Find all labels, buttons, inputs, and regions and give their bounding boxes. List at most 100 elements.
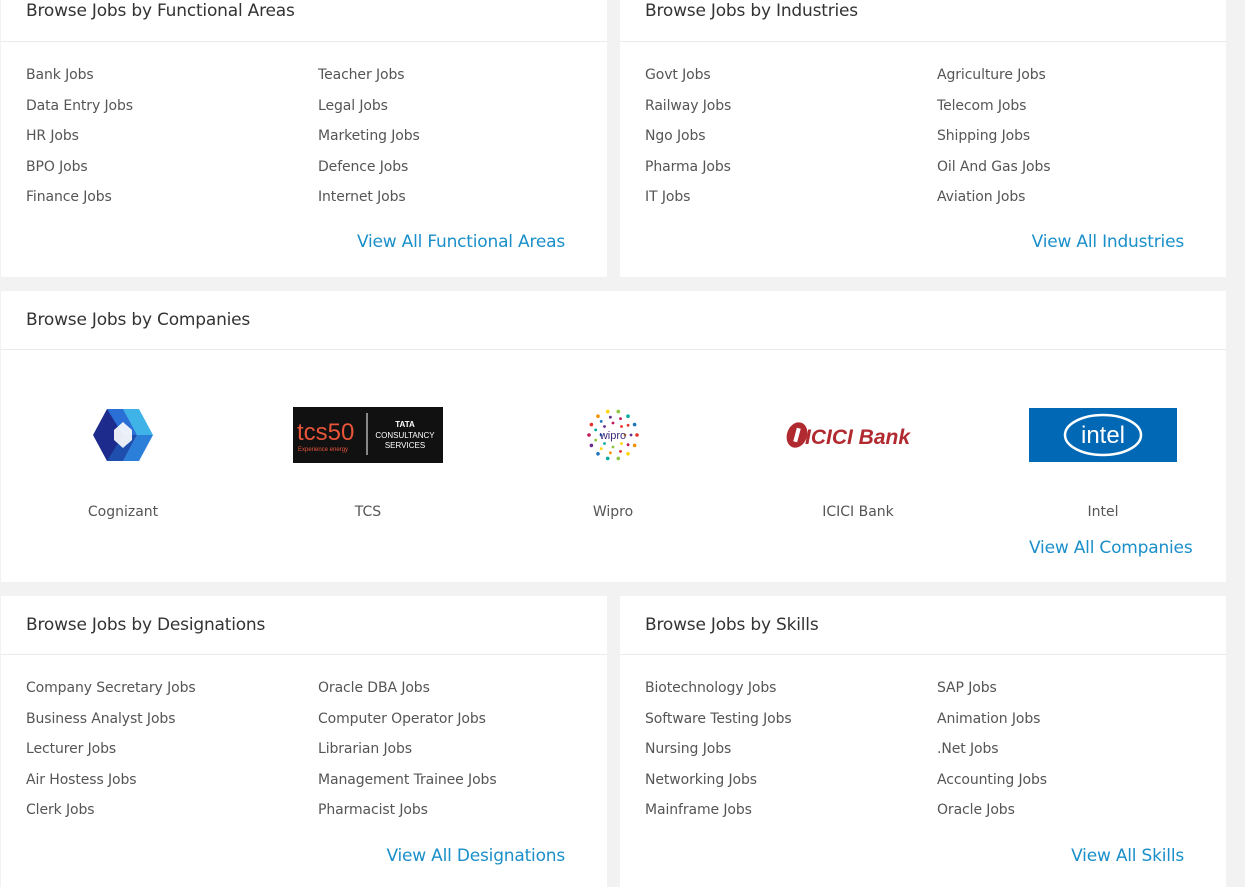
list-item[interactable]: Telecom Jobs	[937, 91, 1050, 122]
list-item[interactable]: Pharma Jobs	[645, 152, 731, 183]
list-item[interactable]: Software Testing Jobs	[645, 704, 792, 735]
icici-logo-text: ICICI Bank	[805, 426, 911, 449]
wipro-dot	[589, 443, 594, 448]
list-item[interactable]: Bank Jobs	[26, 60, 133, 91]
company-name: Cognizant	[87, 504, 159, 520]
wipro-dot	[611, 445, 615, 449]
list-item[interactable]: Pharmacist Jobs	[318, 795, 497, 826]
tcs-logo-text: tcs50	[297, 419, 354, 446]
company-cognizant[interactable]: Cognizant	[48, 406, 198, 520]
intel-logo-text: intel	[1081, 422, 1125, 449]
list-item[interactable]: Animation Jobs	[937, 704, 1047, 735]
wipro-dot	[616, 409, 621, 414]
wipro-dot	[605, 409, 610, 414]
wipro-dot	[619, 417, 622, 420]
wipro-dot	[619, 450, 622, 453]
functional-areas-list-col1: Bank Jobs Data Entry Jobs HR Jobs BPO Jo…	[26, 60, 133, 213]
list-item[interactable]: Mainframe Jobs	[645, 795, 792, 826]
wipro-dot	[599, 420, 603, 423]
wipro-dot	[609, 451, 612, 455]
industries-card: Browse Jobs by Industries Govt Jobs Rail…	[620, 0, 1226, 277]
company-name: ICICI Bank	[822, 504, 894, 520]
tcs-consultancy-text: CONSULTANCY	[375, 431, 435, 440]
company-name: TCS	[354, 504, 382, 520]
industries-list-col2: Agriculture Jobs Telecom Jobs Shipping J…	[937, 60, 1051, 213]
list-item[interactable]: Accounting Jobs	[937, 765, 1047, 796]
list-item[interactable]: Ngo Jobs	[645, 121, 731, 152]
industries-list-col1: Govt Jobs Railway Jobs Ngo Jobs Pharma J…	[645, 60, 731, 213]
list-item[interactable]: Agriculture Jobs	[937, 60, 1050, 91]
divider	[620, 654, 1226, 655]
list-item[interactable]: Nursing Jobs	[645, 734, 792, 765]
list-item[interactable]: Aviation Jobs	[937, 182, 1050, 213]
wipro-dot	[632, 422, 637, 427]
functional-areas-list-col2: Teacher Jobs Legal Jobs Marketing Jobs D…	[318, 60, 420, 213]
list-item[interactable]: Company Secretary Jobs	[26, 673, 196, 704]
view-all-functional-areas-link[interactable]: View All Functional Areas	[357, 232, 565, 252]
list-item[interactable]: Business Analyst Jobs	[26, 704, 196, 735]
designations-list-col1: Company Secretary Jobs Business Analyst …	[26, 673, 196, 826]
wipro-dot	[620, 442, 623, 445]
functional-areas-title: Browse Jobs by Functional Areas	[26, 1, 295, 21]
list-item[interactable]: Teacher Jobs	[318, 60, 420, 91]
designations-list-col2: Oracle DBA Jobs Computer Operator Jobs L…	[318, 673, 497, 826]
list-item[interactable]: Defence Jobs	[318, 152, 420, 183]
list-item[interactable]: Oracle DBA Jobs	[318, 673, 497, 704]
list-item[interactable]: Networking Jobs	[645, 765, 792, 796]
view-all-companies-link[interactable]: View All Companies	[1029, 538, 1193, 558]
list-item[interactable]: Railway Jobs	[645, 91, 731, 122]
divider	[1, 349, 1226, 350]
scrollbar[interactable]	[1230, 0, 1245, 887]
list-item[interactable]: Lecturer Jobs	[26, 734, 196, 765]
company-tcs[interactable]: tcs50 Experience energy TATA CONSULTANCY…	[293, 406, 443, 520]
list-item[interactable]: Internet Jobs	[318, 182, 420, 213]
list-item[interactable]: Management Trainee Jobs	[318, 765, 497, 796]
view-all-skills-link[interactable]: View All Skills	[1071, 846, 1184, 866]
list-item[interactable]: .Net Jobs	[937, 734, 1047, 765]
list-item[interactable]: Oracle Jobs	[937, 795, 1047, 826]
tcs-services-text: SERVICES	[385, 441, 425, 450]
intel-logo: intel	[1028, 406, 1178, 464]
skills-list-col1: Biotechnology Jobs Software Testing Jobs…	[645, 673, 792, 826]
wipro-dot	[620, 425, 623, 428]
wipro-logo: wipro	[538, 406, 688, 464]
list-item[interactable]: Clerk Jobs	[26, 795, 196, 826]
wipro-dot	[611, 421, 615, 425]
wipro-dot	[605, 456, 610, 461]
wipro-dot	[626, 443, 630, 447]
list-item[interactable]: Data Entry Jobs	[26, 91, 133, 122]
view-all-industries-link[interactable]: View All Industries	[1032, 232, 1185, 252]
list-item[interactable]: Computer Operator Jobs	[318, 704, 497, 735]
icici-bank-logo: ICICI Bank	[783, 406, 933, 464]
wipro-dot	[594, 438, 598, 442]
list-item[interactable]: Finance Jobs	[26, 182, 133, 213]
designations-title: Browse Jobs by Designations	[26, 615, 266, 635]
functional-areas-card: Browse Jobs by Functional Areas Bank Job…	[1, 0, 607, 277]
companies-title: Browse Jobs by Companies	[26, 310, 251, 330]
list-item[interactable]: Oil And Gas Jobs	[937, 152, 1051, 183]
list-item[interactable]: Air Hostess Jobs	[26, 765, 196, 796]
list-item[interactable]: SAP Jobs	[937, 673, 1047, 704]
company-icici-bank[interactable]: ICICI Bank ICICI Bank	[783, 406, 933, 520]
list-item[interactable]: Shipping Jobs	[937, 121, 1050, 152]
list-item[interactable]: Legal Jobs	[318, 91, 420, 122]
view-all-designations-link[interactable]: View All Designations	[386, 846, 565, 866]
skills-title: Browse Jobs by Skills	[645, 615, 819, 635]
list-item[interactable]: Govt Jobs	[645, 60, 731, 91]
wipro-dot	[594, 428, 598, 432]
list-item[interactable]: IT Jobs	[645, 182, 731, 213]
wipro-dot	[603, 442, 606, 445]
skills-card: Browse Jobs by Skills Biotechnology Jobs…	[620, 596, 1226, 887]
wipro-dot	[587, 433, 591, 437]
list-item[interactable]: HR Jobs	[26, 121, 133, 152]
list-item[interactable]: Marketing Jobs	[318, 121, 420, 152]
wipro-dot	[609, 415, 612, 419]
company-intel[interactable]: intel Intel	[1028, 406, 1178, 520]
divider	[1, 41, 607, 42]
wipro-dot	[589, 422, 594, 427]
company-wipro[interactable]: wipro Wipro	[538, 406, 688, 520]
list-item[interactable]: Biotechnology Jobs	[645, 673, 792, 704]
company-name: Wipro	[592, 504, 634, 520]
list-item[interactable]: Librarian Jobs	[318, 734, 497, 765]
list-item[interactable]: BPO Jobs	[26, 152, 133, 183]
